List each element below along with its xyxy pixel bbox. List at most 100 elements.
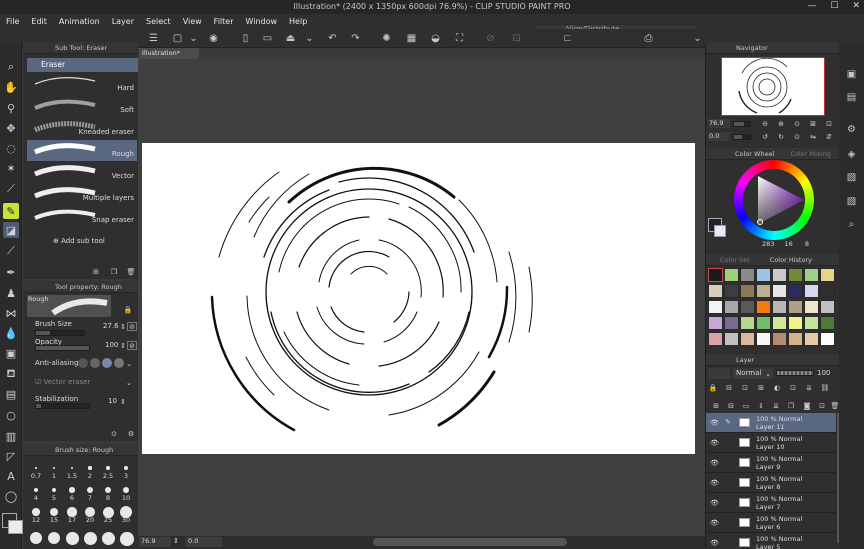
brush-size-preset[interactable] [70, 466, 74, 470]
ruler-layer-icon[interactable]: ⊡ [817, 401, 827, 410]
menu-window[interactable]: Window [239, 17, 283, 26]
subtool-hard[interactable]: Hard [27, 74, 137, 95]
aa-medium-option[interactable] [102, 358, 112, 368]
zoom-out-icon[interactable]: ⊖ [760, 119, 770, 128]
brush-size-preset[interactable] [67, 507, 77, 517]
color-swatch[interactable] [740, 316, 755, 330]
navigator-rotate-slider[interactable] [733, 134, 751, 140]
align-icon[interactable]: ⊏ [560, 31, 575, 46]
create-subtool-icon[interactable]: ⊞ [91, 267, 101, 276]
rotate-left-icon[interactable]: ↺ [760, 132, 770, 141]
brush-size-preset[interactable] [120, 506, 132, 518]
color-swatch[interactable] [804, 300, 819, 314]
color-swatch[interactable] [804, 284, 819, 298]
brush-size-preset[interactable] [52, 466, 56, 470]
layer-mask-icon[interactable]: ◙ [802, 401, 812, 410]
aa-weak-option[interactable] [90, 358, 100, 368]
navigator-zoom-field[interactable]: 76.9 [708, 119, 730, 128]
color-swatch[interactable] [788, 268, 803, 282]
shape-icon[interactable]: ○ [3, 407, 19, 423]
color-swatch[interactable] [756, 268, 771, 282]
eye-icon[interactable]: 👁 [710, 519, 719, 527]
brush-size-preset[interactable] [32, 508, 40, 516]
brush-size-preset[interactable] [66, 532, 79, 545]
pen-icon[interactable]: ✎ [3, 203, 19, 219]
frame-icon[interactable]: ▥ [3, 428, 19, 444]
flip-horizontal-icon[interactable]: ⇋ [808, 132, 818, 141]
clip-studio-icon[interactable]: ◉ [206, 31, 221, 46]
brush-size-preset[interactable] [104, 486, 112, 494]
deselect-icon[interactable]: ⊘ [483, 31, 498, 46]
trash-icon[interactable]: 🗑 [126, 267, 136, 276]
menu-help[interactable]: Help [283, 17, 313, 26]
navigator-zoom-slider[interactable] [733, 121, 751, 127]
color-swatch[interactable] [724, 316, 739, 330]
color-swatch[interactable] [740, 300, 755, 314]
redo-icon[interactable]: ↷ [348, 31, 363, 46]
operation-icon[interactable]: ⚲ [3, 100, 19, 116]
new-vector-layer-icon[interactable]: ⊟ [726, 401, 736, 410]
subtool-kneaded-eraser[interactable]: Kneaded eraser [27, 118, 137, 139]
aa-none-option[interactable] [78, 358, 88, 368]
color-swatch[interactable] [788, 300, 803, 314]
subtool-soft[interactable]: Soft [27, 96, 137, 117]
eye-icon[interactable]: 👁 [710, 459, 719, 467]
brush-size-value[interactable]: 27.6 [103, 322, 119, 330]
link-icon[interactable]: ⛓ [820, 383, 830, 392]
close-button[interactable]: ✕ [852, 1, 860, 11]
blend-icon[interactable]: 💧 [3, 325, 19, 341]
save-icon[interactable]: ⏏ [283, 31, 298, 46]
airbrush-icon[interactable]: ✒ [3, 264, 19, 280]
palette-color-icon[interactable]: ◐ [772, 383, 782, 392]
color-swatch[interactable] [804, 332, 819, 346]
color-swatch[interactable] [724, 268, 739, 282]
brush-size-preset[interactable] [33, 487, 39, 493]
color-swatch[interactable] [708, 300, 723, 314]
color-swatch[interactable] [788, 332, 803, 346]
add-sub-tool-button[interactable]: ⊕ Add sub tool [53, 237, 105, 245]
eraser-icon[interactable]: ◪ [3, 222, 19, 238]
copy-subtool-icon[interactable]: ❐ [109, 267, 119, 276]
menu-edit[interactable]: Edit [25, 17, 53, 26]
figure-icon[interactable]: ▣ [3, 345, 19, 361]
chevron-down-icon[interactable]: ⌄ [124, 378, 134, 387]
new-file-icon[interactable]: ▯ [238, 31, 253, 46]
hamburger-menu-icon[interactable]: ☰ [146, 31, 161, 46]
layer-opacity-value[interactable]: 100 [817, 369, 830, 377]
transfer-icon[interactable]: ⇓ [756, 401, 766, 410]
lock-icon[interactable]: 🔒 [123, 305, 133, 314]
color-swatch[interactable] [772, 316, 787, 330]
layer-row[interactable]: 👁 100 % Normal Layer 10 [706, 433, 836, 453]
magic-wand-icon[interactable]: ✶ [3, 160, 19, 176]
color-swatch[interactable] [740, 268, 755, 282]
timeline-icon[interactable]: ▤ [844, 90, 859, 105]
brush-size-preset[interactable] [30, 532, 42, 544]
color-swatch[interactable] [772, 332, 787, 346]
tab-color-set[interactable]: Color Set [720, 256, 750, 264]
brush-size-preset[interactable] [85, 507, 95, 517]
stepper-icon[interactable]: ⇕ [118, 397, 128, 406]
print-icon[interactable]: ⎙ [641, 31, 656, 46]
decoration-ribbon-icon[interactable]: ⋈ [3, 305, 19, 321]
hue-ring[interactable] [734, 160, 814, 240]
eraser-group-tab[interactable]: Eraser [27, 58, 138, 72]
color-swatch[interactable] [756, 316, 771, 330]
color-swatch[interactable] [804, 268, 819, 282]
opacity-value[interactable]: 100 [105, 341, 118, 349]
layer-property-button[interactable] [708, 368, 730, 379]
subtool-multiple-layers[interactable]: Multiple layers [27, 184, 137, 205]
brush-size-preset[interactable] [102, 506, 114, 518]
color-swatch[interactable] [772, 268, 787, 282]
material-alt-icon[interactable]: ▧ [844, 194, 859, 209]
eye-icon[interactable]: 👁 [710, 499, 719, 507]
fill-icon[interactable]: ◒ [428, 31, 443, 46]
clip-icon[interactable]: ⊟ [724, 383, 734, 392]
actual-size-icon[interactable]: ⊙ [792, 119, 802, 128]
combine-icon[interactable]: ⇊ [771, 401, 781, 410]
tab-color-mixing[interactable]: Color Mixing [790, 150, 830, 158]
eye-icon[interactable]: 👁 [710, 439, 719, 447]
color-swatch[interactable] [820, 284, 835, 298]
brush-size-preset[interactable] [69, 487, 75, 493]
color-swatch[interactable] [772, 284, 787, 298]
color-swatch[interactable] [820, 268, 835, 282]
